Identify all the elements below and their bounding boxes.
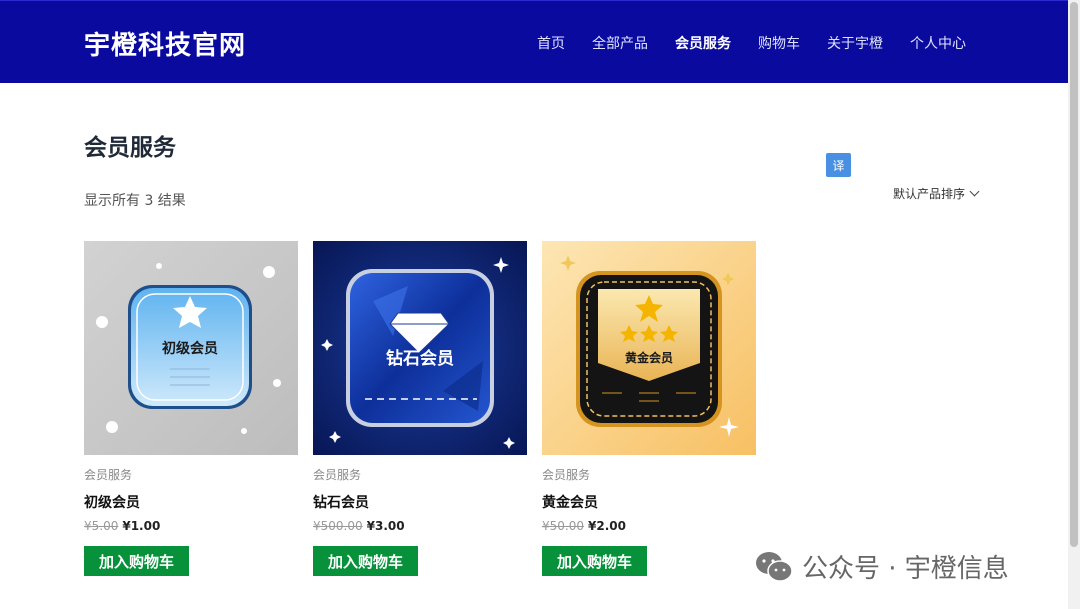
add-to-cart-button[interactable]: 加入购物车: [542, 546, 647, 576]
product-category[interactable]: 会员服务: [542, 466, 756, 483]
add-to-cart-button[interactable]: 加入购物车: [313, 546, 418, 576]
product-name[interactable]: 初级会员: [84, 492, 298, 512]
watermark-text: 公众号 · 宇橙信息: [802, 554, 1009, 584]
sale-price: ¥3.00: [366, 519, 405, 533]
original-price: ¥50.00: [542, 519, 584, 533]
svg-text:初级会员: 初级会员: [162, 340, 218, 357]
nav-about[interactable]: 关于宇橙: [827, 33, 883, 53]
wechat-watermark: 公众号 · 宇橙信息: [754, 548, 1009, 585]
gold-member-badge-image: 黄金会员: [542, 241, 756, 455]
translate-button[interactable]: 译: [826, 153, 851, 177]
sale-price: ¥2.00: [588, 519, 626, 533]
original-price: ¥5.00: [84, 519, 119, 533]
product-category[interactable]: 会员服务: [84, 466, 298, 483]
product-category[interactable]: 会员服务: [313, 466, 527, 483]
site-header: 宇橙科技官网 首页 全部产品 会员服务 购物车 关于宇橙 个人中心: [0, 0, 1068, 83]
add-to-cart-button[interactable]: 加入购物车: [84, 546, 189, 576]
product-name[interactable]: 钻石会员: [313, 492, 527, 512]
site-title[interactable]: 宇橙科技官网: [84, 25, 246, 62]
sort-label: 默认产品排序: [893, 187, 966, 201]
chevron-down-icon: [969, 186, 980, 197]
nav-membership[interactable]: 会员服务: [675, 33, 731, 53]
scrollbar-thumb[interactable]: [1070, 2, 1078, 547]
diamond-member-badge-image: 钻石会员: [313, 241, 527, 455]
results-count: 显示所有 3 结果: [84, 193, 186, 209]
sort-dropdown[interactable]: 默认产品排序: [893, 185, 980, 202]
nav-all-products[interactable]: 全部产品: [592, 33, 648, 53]
scrollbar[interactable]: [1068, 0, 1080, 609]
nav-account[interactable]: 个人中心: [910, 33, 966, 53]
main-nav: 首页 全部产品 会员服务 购物车 关于宇橙 个人中心: [537, 33, 966, 53]
nav-cart[interactable]: 购物车: [758, 33, 800, 53]
product-price: ¥5.00 ¥1.00: [84, 519, 298, 533]
product-image-diamond[interactable]: 钻石会员: [313, 241, 527, 455]
wechat-icon: [756, 551, 793, 582]
product-card: 初级会员 会员服务 初级会员 ¥5.00 ¥1.00 加入购物车: [84, 241, 298, 576]
svg-text:黄金会员: 黄金会员: [625, 350, 673, 365]
product-image-basic[interactable]: 初级会员: [84, 241, 298, 455]
nav-home[interactable]: 首页: [537, 33, 565, 53]
product-card: 钻石会员 会员服务 钻石会员 ¥500.00 ¥3.00 加入购物车: [313, 241, 527, 576]
product-card: 黄金会员 会员服务 黄金会员 ¥50.00 ¥2.00 加入购物车: [542, 241, 756, 576]
basic-member-badge-image: 初级会员: [84, 241, 298, 455]
svg-text:钻石会员: 钻石会员: [386, 348, 454, 369]
sale-price: ¥1.00: [122, 519, 161, 533]
product-price: ¥500.00 ¥3.00: [313, 519, 527, 533]
original-price: ¥500.00: [313, 519, 363, 533]
page-title: 会员服务: [84, 135, 176, 161]
product-image-gold[interactable]: 黄金会员: [542, 241, 756, 455]
product-name[interactable]: 黄金会员: [542, 492, 756, 512]
product-price: ¥50.00 ¥2.00: [542, 519, 756, 533]
